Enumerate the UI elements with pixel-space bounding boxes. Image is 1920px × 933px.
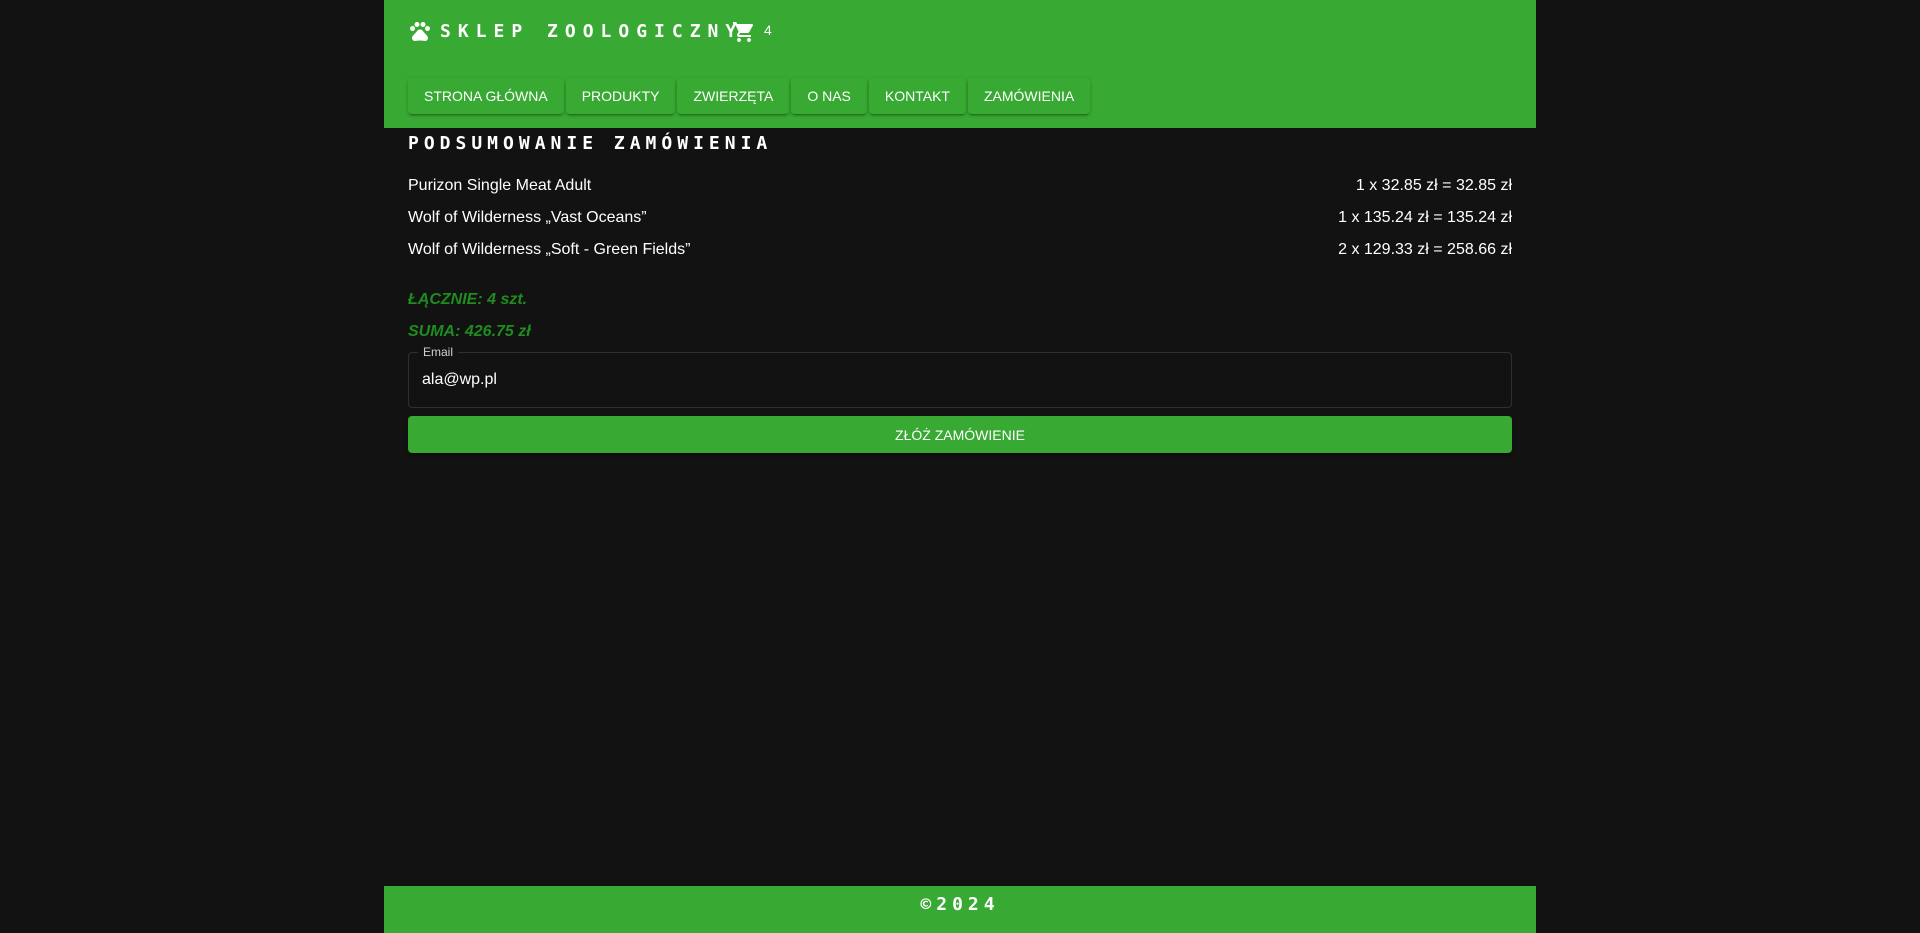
brand-title: SKLEP ZOOLOGICZNY bbox=[440, 20, 744, 42]
item-name: Wolf of Wilderness „Vast Oceans” bbox=[408, 209, 647, 226]
item-name: Wolf of Wilderness „Soft - Green Fields” bbox=[408, 241, 691, 258]
cart-count-badge: 4 bbox=[764, 22, 772, 38]
copyright-text: ©2024 bbox=[920, 894, 1000, 915]
nav-animals-button[interactable]: ZWIERZĘTA bbox=[677, 78, 790, 114]
paw-icon bbox=[408, 19, 432, 43]
email-label: Email bbox=[418, 345, 459, 359]
main-nav: STRONA GŁÓWNA PRODUKTY ZWIERZĘTA O NAS K… bbox=[408, 78, 1091, 114]
email-field[interactable]: Email bbox=[408, 345, 1512, 408]
place-order-button[interactable]: ZŁÓŻ ZAMÓWIENIE bbox=[408, 416, 1512, 453]
brand: SKLEP ZOOLOGICZNY bbox=[408, 18, 743, 44]
nav-about-button[interactable]: O NAS bbox=[791, 78, 867, 114]
total-count: ŁĄCZNIE: 4 szt. bbox=[408, 291, 528, 308]
nav-products-button[interactable]: PRODUKTY bbox=[565, 78, 676, 114]
item-price: 2 x 129.33 zł = 258.66 zł bbox=[1338, 241, 1512, 258]
nav-orders-button[interactable]: ZAMÓWIENIA bbox=[967, 78, 1091, 114]
footer: ©2024 bbox=[384, 886, 1536, 933]
order-items-list: Purizon Single Meat Adult 1 x 32.85 zł =… bbox=[408, 176, 1512, 272]
item-price: 1 x 32.85 zł = 32.85 zł bbox=[1355, 177, 1512, 194]
header: SKLEP ZOOLOGICZNY 4 STRONA GŁÓWNA PRODUK… bbox=[384, 0, 1536, 128]
nav-home-button[interactable]: STRONA GŁÓWNA bbox=[408, 78, 564, 114]
cart-button[interactable]: 4 bbox=[732, 20, 772, 44]
list-item: Purizon Single Meat Adult 1 x 32.85 zł =… bbox=[408, 176, 1512, 208]
item-price: 1 x 135.24 zł = 135.24 zł bbox=[1338, 209, 1512, 226]
email-input[interactable] bbox=[422, 367, 1492, 393]
cart-icon[interactable] bbox=[732, 20, 756, 44]
list-item: Wolf of Wilderness „Vast Oceans” 1 x 135… bbox=[408, 208, 1512, 240]
nav-contact-button[interactable]: KONTAKT bbox=[868, 78, 966, 114]
page: SKLEP ZOOLOGICZNY 4 STRONA GŁÓWNA PRODUK… bbox=[384, 0, 1536, 933]
list-item: Wolf of Wilderness „Soft - Green Fields”… bbox=[408, 240, 1512, 272]
page-title: PODSUMOWANIE ZAMÓWIENIA bbox=[408, 133, 773, 154]
item-name: Purizon Single Meat Adult bbox=[408, 177, 592, 194]
